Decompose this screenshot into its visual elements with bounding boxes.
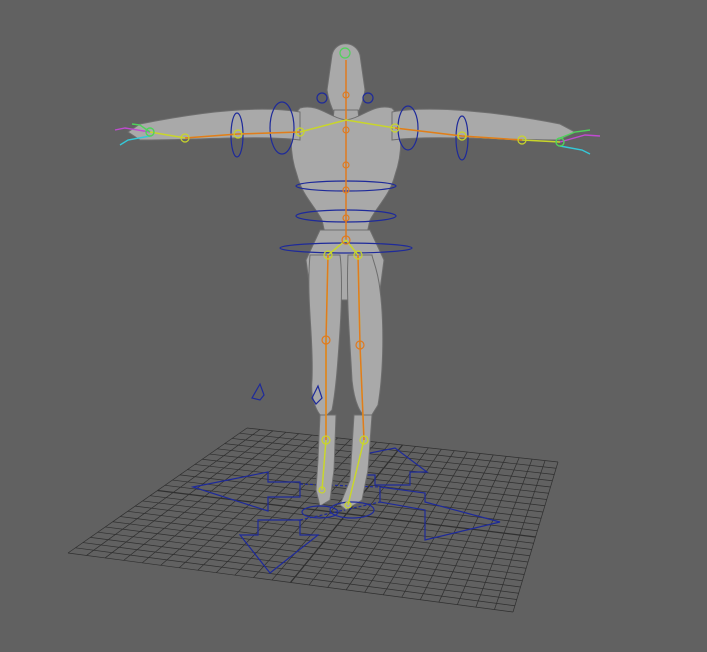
ground-grid[interactable]	[67, 427, 559, 613]
grid-line	[142, 500, 532, 550]
grid-line	[419, 454, 494, 600]
scene-svg	[67, 43, 601, 613]
grid-line	[120, 516, 527, 569]
grid-line	[401, 453, 481, 598]
grid-line	[512, 461, 559, 613]
master-move-control[interactable]	[190, 447, 501, 574]
character-mesh[interactable]	[127, 43, 577, 511]
grid-line	[127, 510, 529, 563]
grid-line	[82, 542, 517, 600]
grid-line	[67, 552, 514, 613]
3d-viewport[interactable]	[0, 0, 707, 652]
grid-line	[75, 547, 515, 607]
